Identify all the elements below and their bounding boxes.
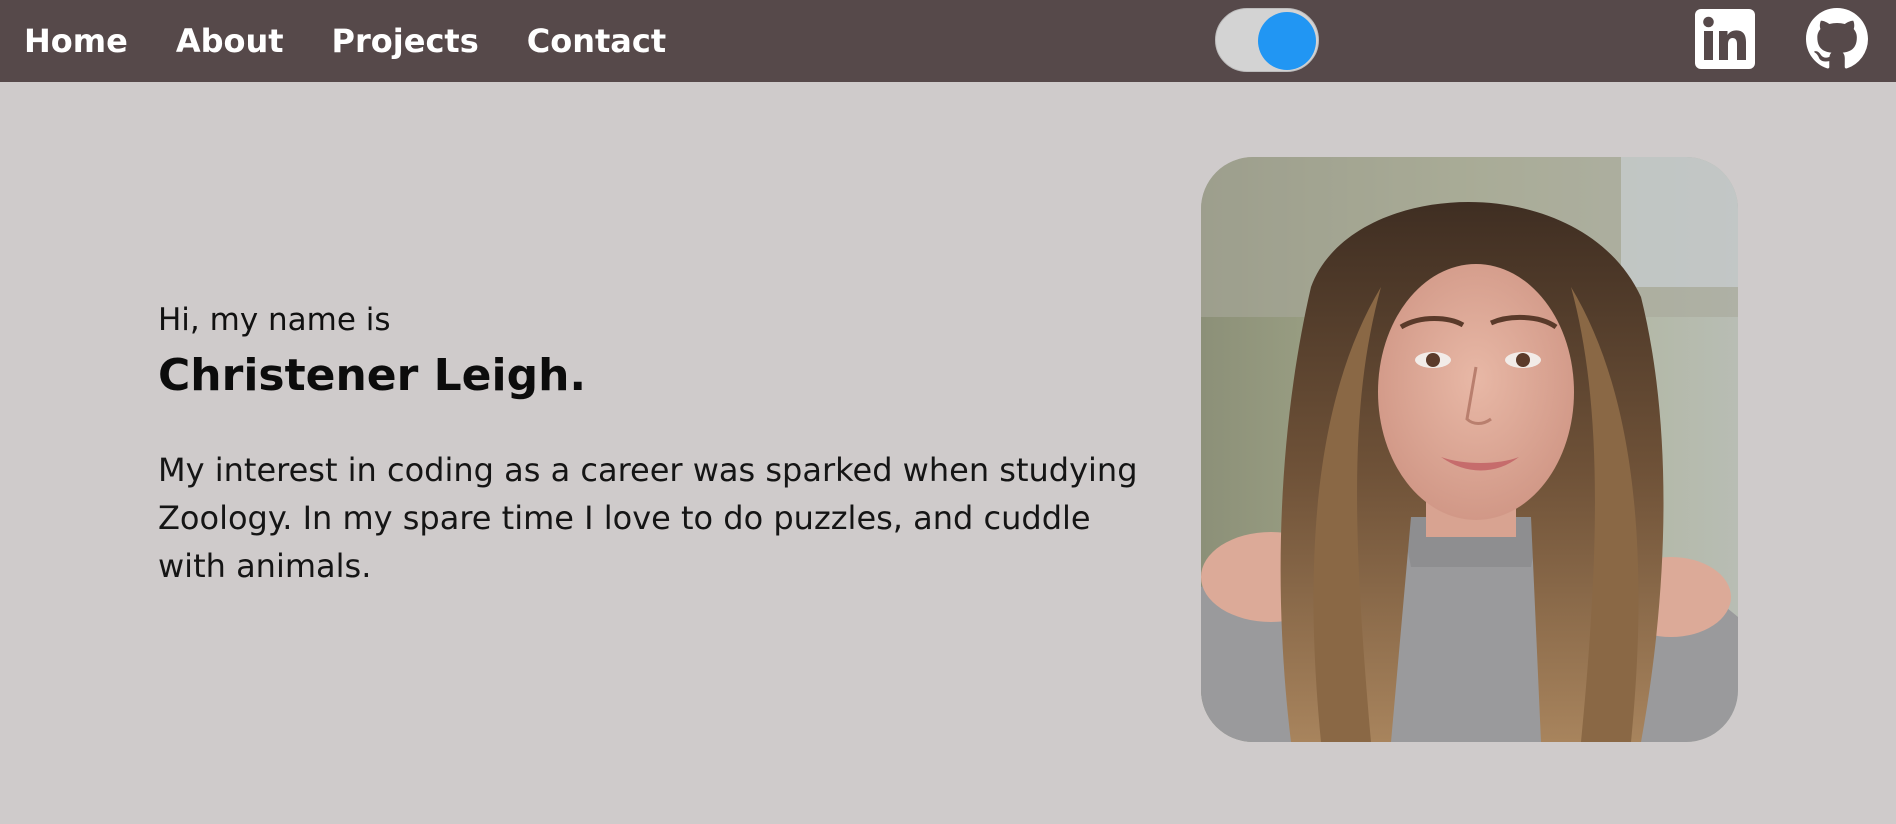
theme-toggle[interactable] [1215,8,1319,72]
navbar: Home About Projects Contact [0,0,1896,82]
github-icon [1806,8,1868,74]
nav-links: Home About Projects Contact [24,0,714,82]
github-link[interactable] [1806,0,1868,82]
nav-link-about[interactable]: About [176,0,284,82]
bio-text: My interest in coding as a career was sp… [158,451,1138,585]
profile-photo [1201,157,1738,742]
linkedin-icon [1694,8,1756,74]
intro-section: Hi, my name is Christener Leigh. My inte… [158,300,1168,590]
toggle-knob [1258,12,1316,70]
linkedin-link[interactable] [1694,0,1756,82]
hero-name: Christener Leigh. [158,350,587,401]
nav-link-projects[interactable]: Projects [332,0,479,82]
nav-link-contact[interactable]: Contact [527,0,666,82]
nav-link-home[interactable]: Home [24,0,128,82]
greeting-text: Hi, my name is [158,302,391,338]
